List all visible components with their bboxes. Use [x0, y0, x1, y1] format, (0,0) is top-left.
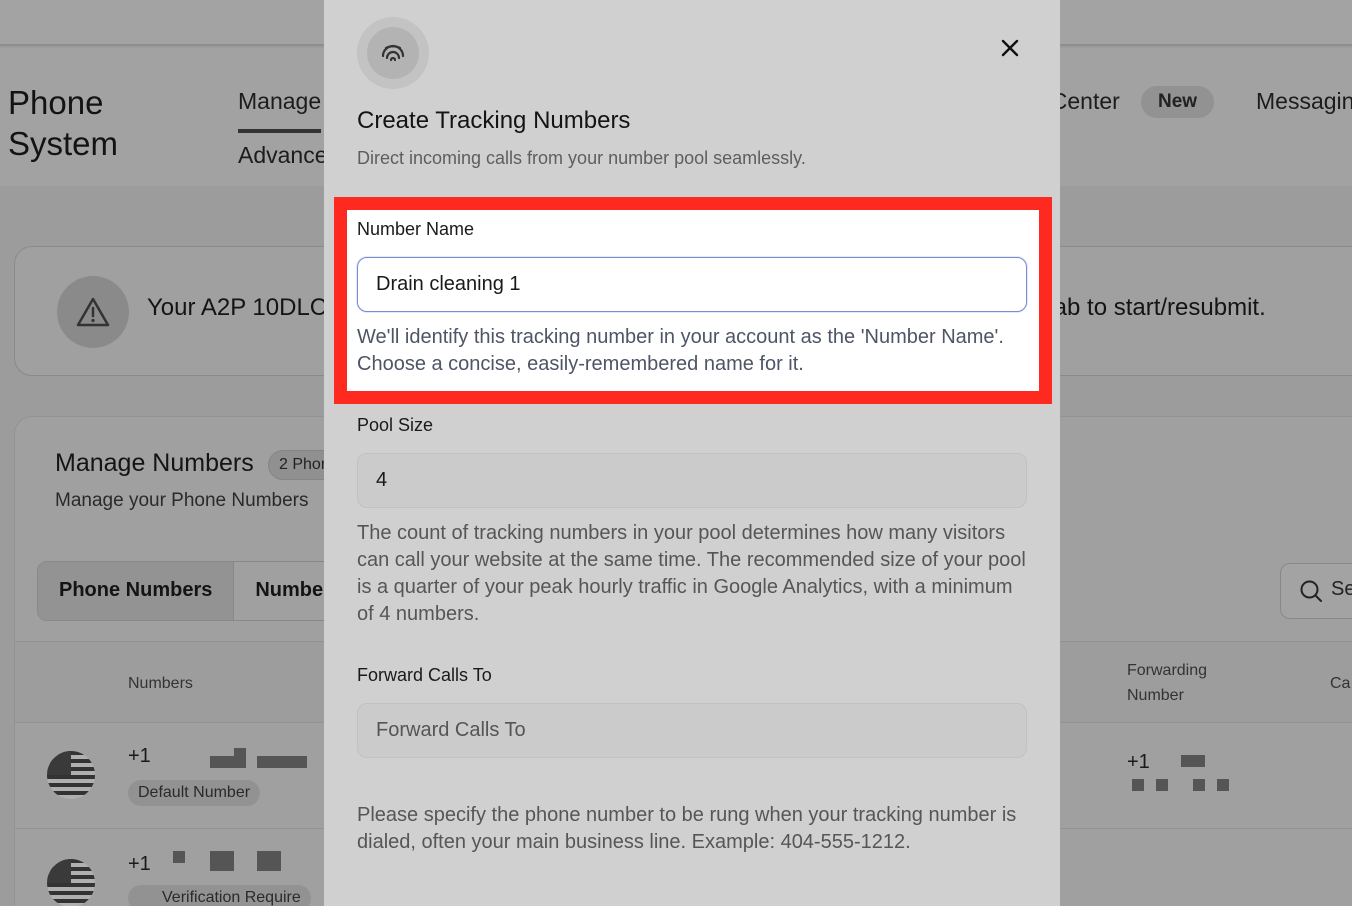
verification-required-badge: Verification Require [128, 885, 311, 906]
warning-icon [57, 276, 129, 348]
page-title-line1: Phone [8, 84, 104, 121]
search-input[interactable]: Se [1280, 563, 1352, 619]
us-flag-icon [47, 751, 95, 799]
pool-size-help: The count of tracking numbers in your po… [357, 522, 1026, 625]
redacted-digits [1132, 779, 1144, 791]
modal-icon-container [357, 17, 429, 89]
us-flag-icon [47, 859, 95, 906]
alert-text-right: tab to start/resubmit. [1047, 294, 1266, 321]
column-header-forwarding: Forwarding Number [1127, 658, 1207, 708]
segment-phone-numbers[interactable]: Phone Numbers [38, 562, 235, 620]
page-title: Phone System [8, 82, 118, 164]
search-icon [1300, 580, 1322, 602]
forward-calls-label: Forward Calls To [357, 665, 492, 685]
pool-size-input[interactable] [357, 453, 1027, 508]
phone-number: +1 [128, 853, 151, 875]
alert-text-left: Your A2P 10DLC [147, 294, 328, 321]
redacted-digits [1181, 755, 1205, 767]
column-header-forwarding-line1: Forwarding [1127, 662, 1208, 679]
redacted-digits [1193, 779, 1205, 791]
redacted-digits [1156, 779, 1168, 791]
manage-numbers-subtitle: Manage your Phone Numbers [55, 490, 309, 511]
column-header-calls: Ca [1330, 675, 1351, 692]
modal-title: Create Tracking Numbers [357, 107, 631, 134]
forwarding-number: +1 [1127, 751, 1150, 773]
redacted-digits [173, 851, 185, 863]
search-placeholder: Se [1331, 578, 1352, 600]
number-name-label: Number Name [357, 219, 475, 239]
default-number-badge: Default Number [128, 780, 261, 806]
redacted-digits [1217, 779, 1229, 791]
create-tracking-numbers-modal: Create Tracking Numbers Direct incoming … [324, 0, 1060, 906]
forward-calls-input[interactable] [357, 703, 1027, 758]
redacted-digits [210, 756, 234, 768]
forward-calls-help: Please specify the phone number to be ru… [357, 804, 1017, 853]
redacted-digits [257, 851, 281, 871]
number-name-help: We'll identify this tracking number in y… [357, 326, 1004, 375]
tab-manage[interactable]: Manage [238, 88, 322, 133]
phone-number: +1 [128, 745, 151, 767]
tab-advanced[interactable]: Advance [238, 142, 328, 169]
redacted-digits [257, 756, 307, 768]
column-header-forwarding-line2: Number [1127, 687, 1184, 704]
numbers-segmented-control: Phone Numbers Number [37, 561, 353, 621]
redacted-digits [234, 748, 246, 768]
modal-subtitle: Direct incoming calls from your number p… [357, 148, 806, 168]
column-header-numbers: Numbers [128, 675, 193, 692]
tab-messaging[interactable]: Messagin [1256, 88, 1352, 115]
fingerprint-icon [367, 27, 419, 79]
page-title-line2: System [8, 125, 119, 162]
pool-size-label: Pool Size [357, 415, 434, 435]
redacted-digits [210, 851, 234, 871]
number-name-input[interactable] [357, 257, 1027, 312]
manage-numbers-title: Manage Numbers [55, 449, 254, 477]
close-button[interactable] [996, 34, 1024, 62]
close-icon [1001, 39, 1019, 57]
new-badge: New [1141, 86, 1215, 118]
